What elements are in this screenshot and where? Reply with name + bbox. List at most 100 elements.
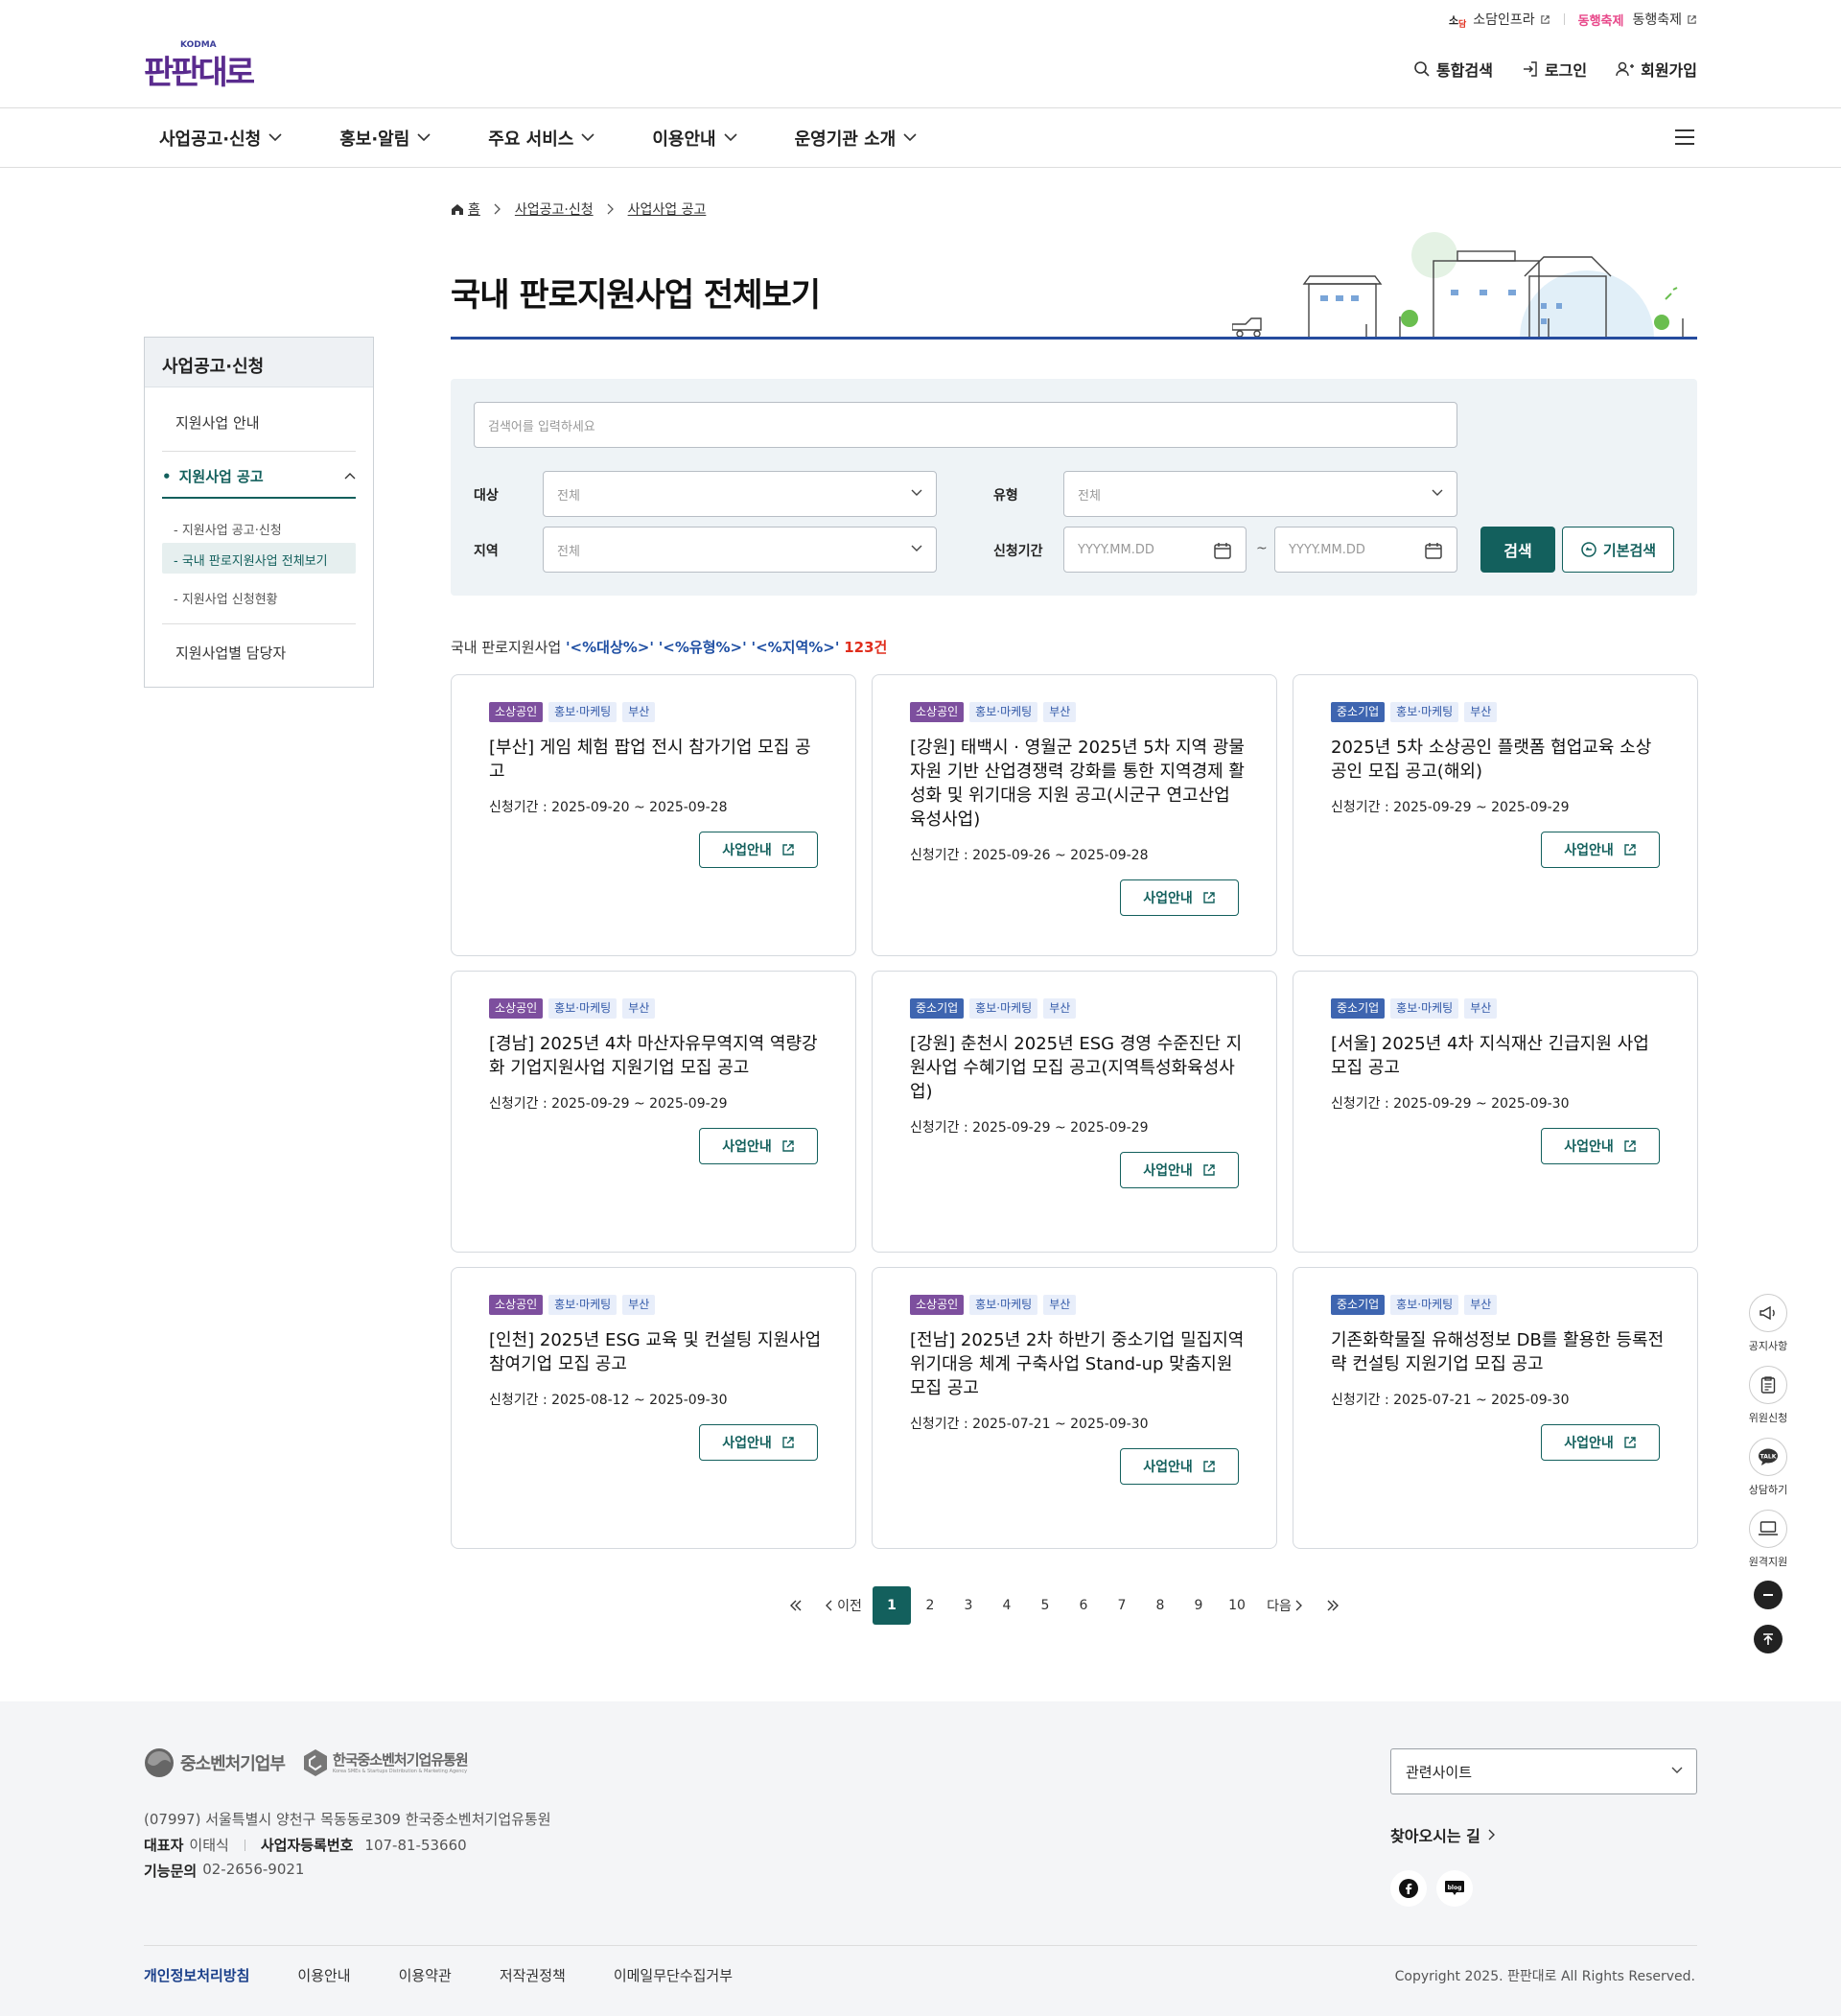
breadcrumb-home[interactable]: 홈 <box>451 199 480 219</box>
quick-consult-label: 상담하기 <box>1748 1484 1788 1496</box>
search-link[interactable]: 통합검색 <box>1413 58 1493 81</box>
type-tag: 홍보·마케팅 <box>1390 702 1459 722</box>
business-info-button[interactable]: 사업안내 <box>1120 1152 1239 1188</box>
side-sub-apply[interactable]: - 지원사업 공고·신청 <box>174 520 282 538</box>
nav-label: 주요 서비스 <box>488 129 574 150</box>
scroll-top-button[interactable] <box>1754 1625 1783 1653</box>
donghaeng-link[interactable]: 동행축제 동행축제 <box>1578 10 1697 29</box>
calendar-icon[interactable] <box>1213 541 1232 560</box>
card-title[interactable]: 기존화학물질 유해성정보 DB를 활용한 등록전략 컨설팅 지원기업 모집 공고 <box>1331 1328 1666 1376</box>
target-select[interactable]: 전체 <box>543 471 937 517</box>
card-title[interactable]: [전남] 2025년 2차 하반기 중소기업 밀집지역 위기대응 체계 구축사업… <box>910 1328 1246 1400</box>
region-select[interactable]: 전체 <box>543 527 937 573</box>
date-to-input[interactable]: YYYY.MM.DD <box>1274 527 1457 573</box>
chevron-down-icon <box>268 133 282 142</box>
chevron-right-icon <box>1295 1600 1302 1611</box>
chevron-down-icon <box>581 133 594 142</box>
side-item-guide[interactable]: 지원사업 안내 <box>175 412 369 433</box>
footer-link-terms[interactable]: 이용약관 <box>399 1965 452 1985</box>
page-number[interactable]: 8 <box>1141 1586 1179 1625</box>
quick-remote[interactable]: 원격지원 <box>1748 1510 1788 1569</box>
donghaeng-label: 동행축제 <box>1632 12 1682 28</box>
card-title[interactable]: [서울] 2025년 4차 지식재산 긴급지원 사업 모집 공고 <box>1331 1032 1666 1080</box>
last-page-button[interactable] <box>1314 1586 1352 1625</box>
basic-search-button[interactable]: 기본검색 <box>1562 527 1674 573</box>
quick-consult[interactable]: TALK 상담하기 <box>1748 1438 1788 1497</box>
signup-link[interactable]: 회원가입 <box>1616 58 1697 81</box>
menu-button[interactable] <box>1674 128 1695 147</box>
nav-business[interactable]: 사업공고·신청 <box>159 126 282 151</box>
footer-link-copyright[interactable]: 저작권정책 <box>500 1965 566 1985</box>
page-number[interactable]: 7 <box>1103 1586 1141 1625</box>
side-item-notice[interactable]: • 지원사업 공고 <box>162 466 356 486</box>
chevron-right-icon <box>1488 1829 1495 1840</box>
type-select[interactable]: 전체 <box>1063 471 1457 517</box>
facebook-button[interactable] <box>1390 1870 1427 1907</box>
footer-link-email[interactable]: 이메일무단수집거부 <box>614 1965 733 1985</box>
notice-card: 중소기업 홍보·마케팅 부산 [서울] 2025년 4차 지식재산 긴급지원 사업 모… <box>1293 971 1698 1253</box>
target-label: 대상 <box>474 488 499 504</box>
page-number[interactable]: 3 <box>949 1586 988 1625</box>
external-link-icon <box>782 1437 794 1448</box>
card-title[interactable]: [인천] 2025년 ESG 교육 및 컨설팅 지원사업 참여기업 모집 공고 <box>489 1328 825 1376</box>
prev-page-button[interactable]: 이전 <box>815 1586 873 1625</box>
card-title[interactable]: [경남] 2025년 4차 마산자유무역지역 역량강화 기업지원사업 지원기업 … <box>489 1032 825 1080</box>
side-sub-status[interactable]: - 지원사업 신청현황 <box>174 589 278 607</box>
business-info-button[interactable]: 사업안내 <box>1120 879 1239 916</box>
type-value: 전체 <box>1078 488 1101 504</box>
chevron-left-icon <box>826 1600 832 1611</box>
page-number[interactable]: 5 <box>1026 1586 1064 1625</box>
business-info-button[interactable]: 사업안내 <box>1541 832 1660 868</box>
site-logo[interactable]: KODMA 판판대로 <box>144 40 255 93</box>
logo-kodma: KODMA <box>180 40 217 50</box>
business-info-button[interactable]: 사업안내 <box>1541 1424 1660 1461</box>
business-info-button[interactable]: 사업안내 <box>699 832 818 868</box>
business-info-button[interactable]: 사업안내 <box>699 1128 818 1164</box>
login-link[interactable]: 로그인 <box>1522 58 1587 81</box>
search-input[interactable]: 검색어를 입력하세요 <box>474 402 1457 448</box>
next-page-button[interactable]: 다음 <box>1256 1586 1314 1625</box>
arrow-up-icon <box>1763 1633 1773 1645</box>
breadcrumb-current[interactable]: 사업사업 공고 <box>628 199 707 219</box>
quick-committee[interactable]: 위원신청 <box>1748 1366 1788 1425</box>
nav-label: 운영기관 소개 <box>794 129 897 150</box>
sodam-link[interactable]: 소담 소담인프라 <box>1449 10 1550 29</box>
footer-link-privacy[interactable]: 개인정보처리방침 <box>144 1965 249 1985</box>
page-number[interactable]: 9 <box>1179 1586 1218 1625</box>
search-placeholder: 검색어를 입력하세요 <box>488 419 595 434</box>
page-number[interactable]: 2 <box>911 1586 949 1625</box>
side-item-managers[interactable]: 지원사업별 담당자 <box>175 643 369 663</box>
quick-notice[interactable]: 공지사항 <box>1748 1294 1788 1353</box>
card-title[interactable]: [부산] 게임 체험 팝업 전시 참가기업 모집 공고 <box>489 736 825 784</box>
page-number[interactable]: 1 <box>873 1586 911 1625</box>
mss-logo: 중소벤처기업부 <box>144 1747 286 1778</box>
nav-guide[interactable]: 이용안내 <box>652 126 737 151</box>
region-tag: 부산 <box>1464 702 1498 722</box>
business-info-button[interactable]: 사업안내 <box>1541 1128 1660 1164</box>
card-title[interactable]: [강원] 춘천시 2025년 ESG 경영 수준진단 지원사업 수혜기업 모집 … <box>910 1032 1246 1104</box>
page-number[interactable]: 6 <box>1064 1586 1103 1625</box>
business-info-button[interactable]: 사업안내 <box>1120 1448 1239 1485</box>
page-number[interactable]: 4 <box>988 1586 1026 1625</box>
calendar-icon[interactable] <box>1424 541 1443 560</box>
page-number[interactable]: 10 <box>1218 1586 1256 1625</box>
card-title[interactable]: 2025년 5차 소상공인 플랫폼 협업교육 소상공인 모집 공고(해외) <box>1331 736 1666 784</box>
search-button[interactable]: 검색 <box>1480 527 1555 573</box>
side-sub-all[interactable]: - 국내 판로지원사업 전체보기 <box>162 543 356 574</box>
nav-services[interactable]: 주요 서비스 <box>488 126 594 151</box>
nav-about[interactable]: 운영기관 소개 <box>795 126 918 151</box>
blog-button[interactable]: blog <box>1436 1870 1473 1907</box>
footer-contact: 기능문의 02-2656-9021 <box>144 1861 304 1881</box>
footer-link-guide[interactable]: 이용안내 <box>297 1965 350 1985</box>
card-title[interactable]: [강원] 태백시 · 영월군 2025년 5차 지역 광물자원 기반 산업경쟁력… <box>910 736 1246 832</box>
pagination: 이전 1 2 3 4 5 6 7 8 9 10 다음 <box>777 1586 1352 1625</box>
nav-promo[interactable]: 홍보·알림 <box>339 126 431 151</box>
result-prefix: 국내 판로지원사업 <box>451 639 562 656</box>
directions-link[interactable]: 찾아오시는 길 <box>1390 1823 1496 1846</box>
business-info-button[interactable]: 사업안내 <box>699 1424 818 1461</box>
first-page-button[interactable] <box>777 1586 815 1625</box>
related-sites-select[interactable]: 관련사이트 <box>1390 1748 1697 1794</box>
zoom-out-button[interactable] <box>1754 1581 1783 1609</box>
breadcrumb-item[interactable]: 사업공고·신청 <box>515 199 594 219</box>
date-from-input[interactable]: YYYY.MM.DD <box>1063 527 1247 573</box>
